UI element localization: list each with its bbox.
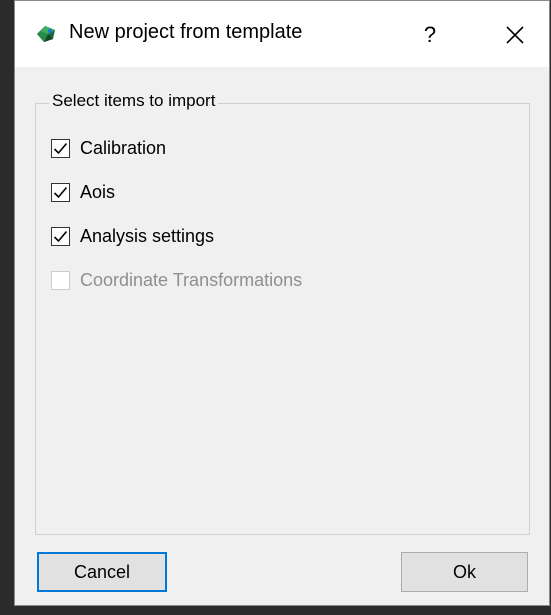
window-title: New project from template	[69, 21, 303, 43]
checkbox-box	[51, 270, 70, 290]
checkbox-label: Calibration	[80, 137, 167, 158]
checkbox-box[interactable]	[51, 182, 70, 202]
group-title: Select items to import	[49, 91, 219, 111]
close-icon	[506, 26, 524, 44]
checkbox-aois[interactable]: Aois	[51, 179, 115, 205]
import-items-group	[35, 103, 530, 535]
help-button[interactable]: ?	[407, 15, 453, 55]
checkbox-coordinate-transformations: Coordinate Transformations	[51, 267, 302, 293]
checkmark-icon	[53, 186, 68, 198]
ok-button[interactable]: Ok	[401, 552, 528, 592]
close-button[interactable]	[490, 15, 540, 55]
checkbox-label: Aois	[80, 181, 116, 202]
checkmark-icon	[53, 142, 68, 154]
new-project-dialog: New project from template ? Select items…	[14, 0, 550, 606]
checkbox-analysis-settings[interactable]: Analysis settings	[51, 223, 214, 249]
checkbox-box[interactable]	[51, 138, 70, 158]
app-logo-icon	[37, 26, 55, 42]
checkbox-calibration[interactable]: Calibration	[51, 135, 166, 161]
cancel-button[interactable]: Cancel	[37, 552, 167, 592]
checkbox-box[interactable]	[51, 226, 70, 246]
checkmark-icon	[53, 230, 68, 242]
checkbox-label: Coordinate Transformations	[80, 269, 303, 290]
title-bar: New project from template ?	[15, 1, 549, 67]
checkbox-label: Analysis settings	[80, 225, 215, 246]
